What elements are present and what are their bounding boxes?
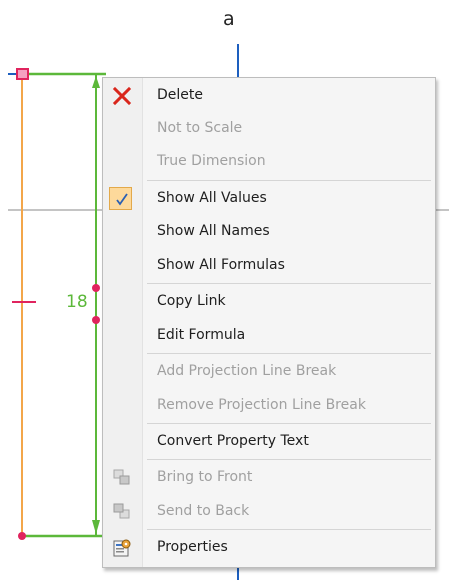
dimension-grip-1[interactable] [92,284,100,292]
menu-item-label: Delete [157,87,203,103]
menu-item-send-to-back[interactable]: Send to Back [103,496,435,528]
menu-item-label: Copy Link [157,293,226,309]
send-to-back-icon [112,502,132,522]
dimension-arrow-bottom [92,520,100,534]
menu-separator [147,529,431,530]
bring-to-front-icon [112,468,132,488]
menu-item-show-all-formulas[interactable]: Show All Formulas [103,250,435,282]
view-label: a [223,8,235,30]
menu-item-label: Edit Formula [157,327,246,343]
menu-item-label: True Dimension [157,153,266,169]
menu-item-copy-link[interactable]: Copy Link [103,286,435,318]
grip-point-bottom[interactable] [18,532,26,540]
menu-item-show-all-names[interactable]: Show All Names [103,216,435,248]
menu-item-true-dimension[interactable]: True Dimension [103,146,435,178]
menu-item-label: Show All Formulas [157,257,285,273]
menu-item-label: Remove Projection Line Break [157,397,366,413]
menu-item-label: Properties [157,539,228,555]
menu-item-remove-projection-line-break[interactable]: Remove Projection Line Break [103,390,435,422]
menu-item-label: Not to Scale [157,120,243,136]
menu-separator [147,180,431,181]
grip-point-top[interactable] [16,68,29,80]
checkmark-icon [112,189,132,209]
menu-separator [147,423,431,424]
menu-item-label: Show All Values [157,190,267,206]
menu-item-label: Add Projection Line Break [157,363,337,379]
menu-item-label: Send to Back [157,503,250,519]
menu-separator [147,459,431,460]
menu-item-bring-to-front[interactable]: Bring to Front [103,462,435,494]
properties-icon [112,538,132,558]
menu-item-show-all-values[interactable]: Show All Values [103,183,435,215]
delete-x-icon [112,86,132,106]
menu-item-label: Bring to Front [157,469,253,485]
menu-item-label: Convert Property Text [157,433,309,449]
menu-item-properties[interactable]: Properties [103,532,435,564]
menu-item-edit-formula[interactable]: Edit Formula [103,320,435,352]
menu-separator [147,283,431,284]
menu-item-convert-property-text[interactable]: Convert Property Text [103,426,435,458]
dimension-arrow-top [92,76,100,88]
menu-item-not-to-scale[interactable]: Not to Scale [103,113,435,145]
dimension-grip-2[interactable] [92,316,100,324]
menu-item-add-projection-line-break[interactable]: Add Projection Line Break [103,356,435,388]
menu-item-label: Show All Names [157,223,270,239]
context-menu: Delete Not to Scale True Dimension Show … [102,77,436,568]
menu-separator [147,353,431,354]
dimension-value[interactable]: 18 [66,292,88,312]
menu-item-delete[interactable]: Delete [103,80,435,112]
